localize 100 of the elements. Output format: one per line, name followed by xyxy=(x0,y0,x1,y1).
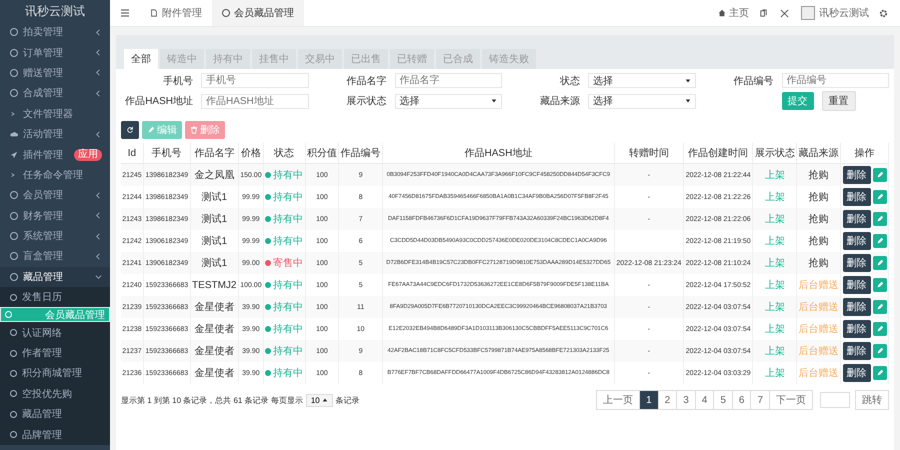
delete-button[interactable]: 删除 xyxy=(842,298,870,316)
circle-icon xyxy=(222,9,230,17)
page-button[interactable]: 6 xyxy=(732,390,752,410)
select-field[interactable]: 选择 xyxy=(588,73,696,88)
delete-button[interactable]: 删除 xyxy=(842,364,870,382)
page-number-field[interactable] xyxy=(820,392,850,408)
submenu-item[interactable]: 作者管理 xyxy=(0,342,110,364)
select-field[interactable]: 选择 xyxy=(394,94,502,108)
page-tab[interactable]: 附件管理 xyxy=(140,0,212,26)
submenu-item[interactable]: 积分商城管理 xyxy=(0,363,110,384)
settings-icon[interactable] xyxy=(879,8,888,18)
edit-button[interactable] xyxy=(872,322,886,336)
circle-icon xyxy=(10,232,18,240)
sidebar-item[interactable]: 系统管理 xyxy=(0,226,110,246)
page-tab[interactable]: 会员藏品管理 xyxy=(212,0,304,26)
delete-button[interactable]: 删除 xyxy=(842,320,870,338)
delete-button[interactable]: 删除 xyxy=(842,188,870,206)
table-cell: 金星使者 xyxy=(194,346,234,357)
delete-button[interactable]: 删除 xyxy=(842,254,870,272)
pencil-icon xyxy=(876,237,884,245)
caret-down-icon xyxy=(684,78,690,84)
filter-label: 作品HASH地址 xyxy=(124,94,193,108)
circle-icon xyxy=(10,350,17,357)
table-cell: 金星使者 xyxy=(194,324,234,335)
status-label: 持有中 xyxy=(265,168,304,182)
delete-button[interactable]: 删除 xyxy=(842,210,870,228)
status-label: 寄售中 xyxy=(265,256,304,270)
copy-icon[interactable] xyxy=(759,8,768,18)
table-cell: 金星使者 xyxy=(194,302,234,313)
table-cell: 测试1 xyxy=(201,214,228,225)
sidebar-item[interactable]: 藏品管理 xyxy=(0,266,110,288)
edit-button[interactable] xyxy=(872,190,886,204)
sidebar-item[interactable]: 会员管理 xyxy=(0,185,110,206)
edit-button[interactable] xyxy=(872,366,886,380)
delete-button[interactable]: 删除 xyxy=(842,232,870,250)
delete-button[interactable]: 删除 xyxy=(842,166,870,184)
edit-button[interactable] xyxy=(872,212,886,226)
page-button[interactable]: 1 xyxy=(639,390,659,410)
trash-icon xyxy=(190,126,198,134)
caret-up-icon xyxy=(322,397,328,403)
pagination-summary: 显示第 1 到第 10 条记录，总共 61 条记录 每页显示 xyxy=(121,394,303,406)
pencil-icon xyxy=(876,281,884,289)
edit-button[interactable] xyxy=(872,234,886,248)
input-field[interactable]: 手机号 xyxy=(201,73,308,88)
page-button[interactable]: 3 xyxy=(676,390,696,410)
submenu-item[interactable]: 空投优先购 xyxy=(0,384,110,404)
page-size-select[interactable]: 10 xyxy=(306,394,333,406)
circle-icon xyxy=(10,48,18,57)
edit-button[interactable] xyxy=(872,256,886,270)
pencil-icon xyxy=(876,303,884,311)
page-button[interactable]: 2 xyxy=(658,390,678,410)
new-badge: 应用 xyxy=(74,148,102,161)
status-tab[interactable]: 全部 xyxy=(124,49,158,69)
submenu-item[interactable]: 藏品管理 xyxy=(0,404,110,424)
caret-left-icon xyxy=(95,252,102,260)
page-button[interactable]: 5 xyxy=(713,390,733,410)
paper-plane-icon xyxy=(10,150,18,159)
sidebar-item[interactable]: 插件管理 应用 xyxy=(0,144,110,165)
input-field[interactable]: 作品编号 xyxy=(782,73,889,88)
table-cell: 金之凤凰 xyxy=(194,170,234,181)
jump-button[interactable]: 跳转 xyxy=(855,390,889,410)
edit-button[interactable] xyxy=(872,278,886,292)
edit-button[interactable] xyxy=(872,168,886,182)
pencil-icon xyxy=(876,347,884,355)
caret-left-icon xyxy=(95,130,102,138)
user-name[interactable]: 讯秒云测试 xyxy=(819,6,869,20)
page-button[interactable]: 7 xyxy=(750,390,770,410)
sidebar-item[interactable]: 拍卖管理 xyxy=(0,22,110,42)
circle-icon xyxy=(5,311,12,318)
delete-button[interactable]: 删除 xyxy=(842,276,870,294)
sidebar-item[interactable]: 财务管理 xyxy=(0,206,110,226)
pencil-icon xyxy=(876,171,884,179)
sidebar-item[interactable]: 盲盒管理 xyxy=(0,246,110,267)
refresh-button[interactable] xyxy=(121,121,139,139)
select-field[interactable]: 选择 xyxy=(588,94,696,108)
menu-icon[interactable] xyxy=(120,8,130,18)
table-cell: 后台赠送 xyxy=(798,280,839,291)
edit-button[interactable] xyxy=(872,300,886,314)
submenu-item[interactable]: 认证网络 xyxy=(0,322,110,343)
sidebar-item[interactable]: 任务命令管理 xyxy=(0,164,110,186)
table-cell: TESTMJ2 xyxy=(192,280,236,290)
reset-button[interactable]: 重置 xyxy=(822,91,856,111)
table-cell: 抢购 xyxy=(808,170,829,181)
sidebar-item[interactable]: 赠送管理 xyxy=(0,62,110,84)
home-link[interactable]: 主页 xyxy=(718,6,749,20)
cloud-icon xyxy=(10,130,18,138)
sidebar-item[interactable]: 文件管理器 xyxy=(0,104,110,124)
submenu-item[interactable]: 品牌管理 xyxy=(0,424,110,445)
input-field[interactable]: 作品名字 xyxy=(394,73,502,88)
sidebar-item[interactable]: 合成管理 xyxy=(0,83,110,104)
submenu-item[interactable]: 发售日历 xyxy=(0,287,110,308)
status-label: 持有中 xyxy=(265,344,304,358)
input-field[interactable]: 作品HASH地址 xyxy=(201,94,308,108)
edit-button[interactable] xyxy=(872,344,886,358)
page-button[interactable]: 4 xyxy=(694,390,714,410)
previous-page-button[interactable]: 上一页 xyxy=(596,390,640,410)
delete-button[interactable]: 删除 xyxy=(842,342,870,360)
sidebar-item[interactable]: 订单管理 xyxy=(0,42,110,63)
next-page-button[interactable]: 下一页 xyxy=(769,390,813,410)
sidebar-item[interactable]: 活动管理 xyxy=(0,124,110,144)
